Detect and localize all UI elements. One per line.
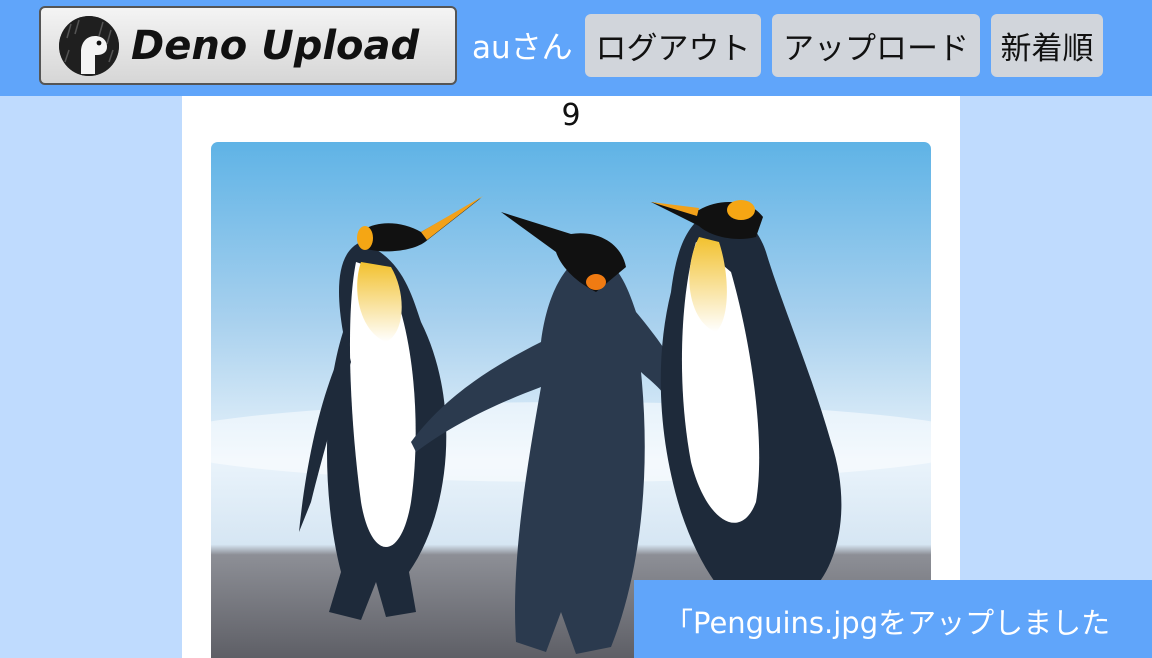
- image-count: 9: [561, 98, 581, 133]
- logout-button[interactable]: ログアウト: [585, 14, 761, 77]
- username-label: auさん: [472, 30, 573, 66]
- upload-toast: 「Penguins.jpgをアップしました: [634, 580, 1152, 658]
- sort-newest-button[interactable]: 新着順: [991, 14, 1103, 77]
- upload-button[interactable]: アップロード: [772, 14, 980, 77]
- logo-text: Deno Upload: [131, 22, 420, 69]
- logo-button[interactable]: Deno Upload: [39, 6, 457, 85]
- deno-dinosaur-icon: [59, 15, 119, 76]
- header-bar: Deno Upload auさん ログアウト アップロード 新着順: [0, 0, 1152, 96]
